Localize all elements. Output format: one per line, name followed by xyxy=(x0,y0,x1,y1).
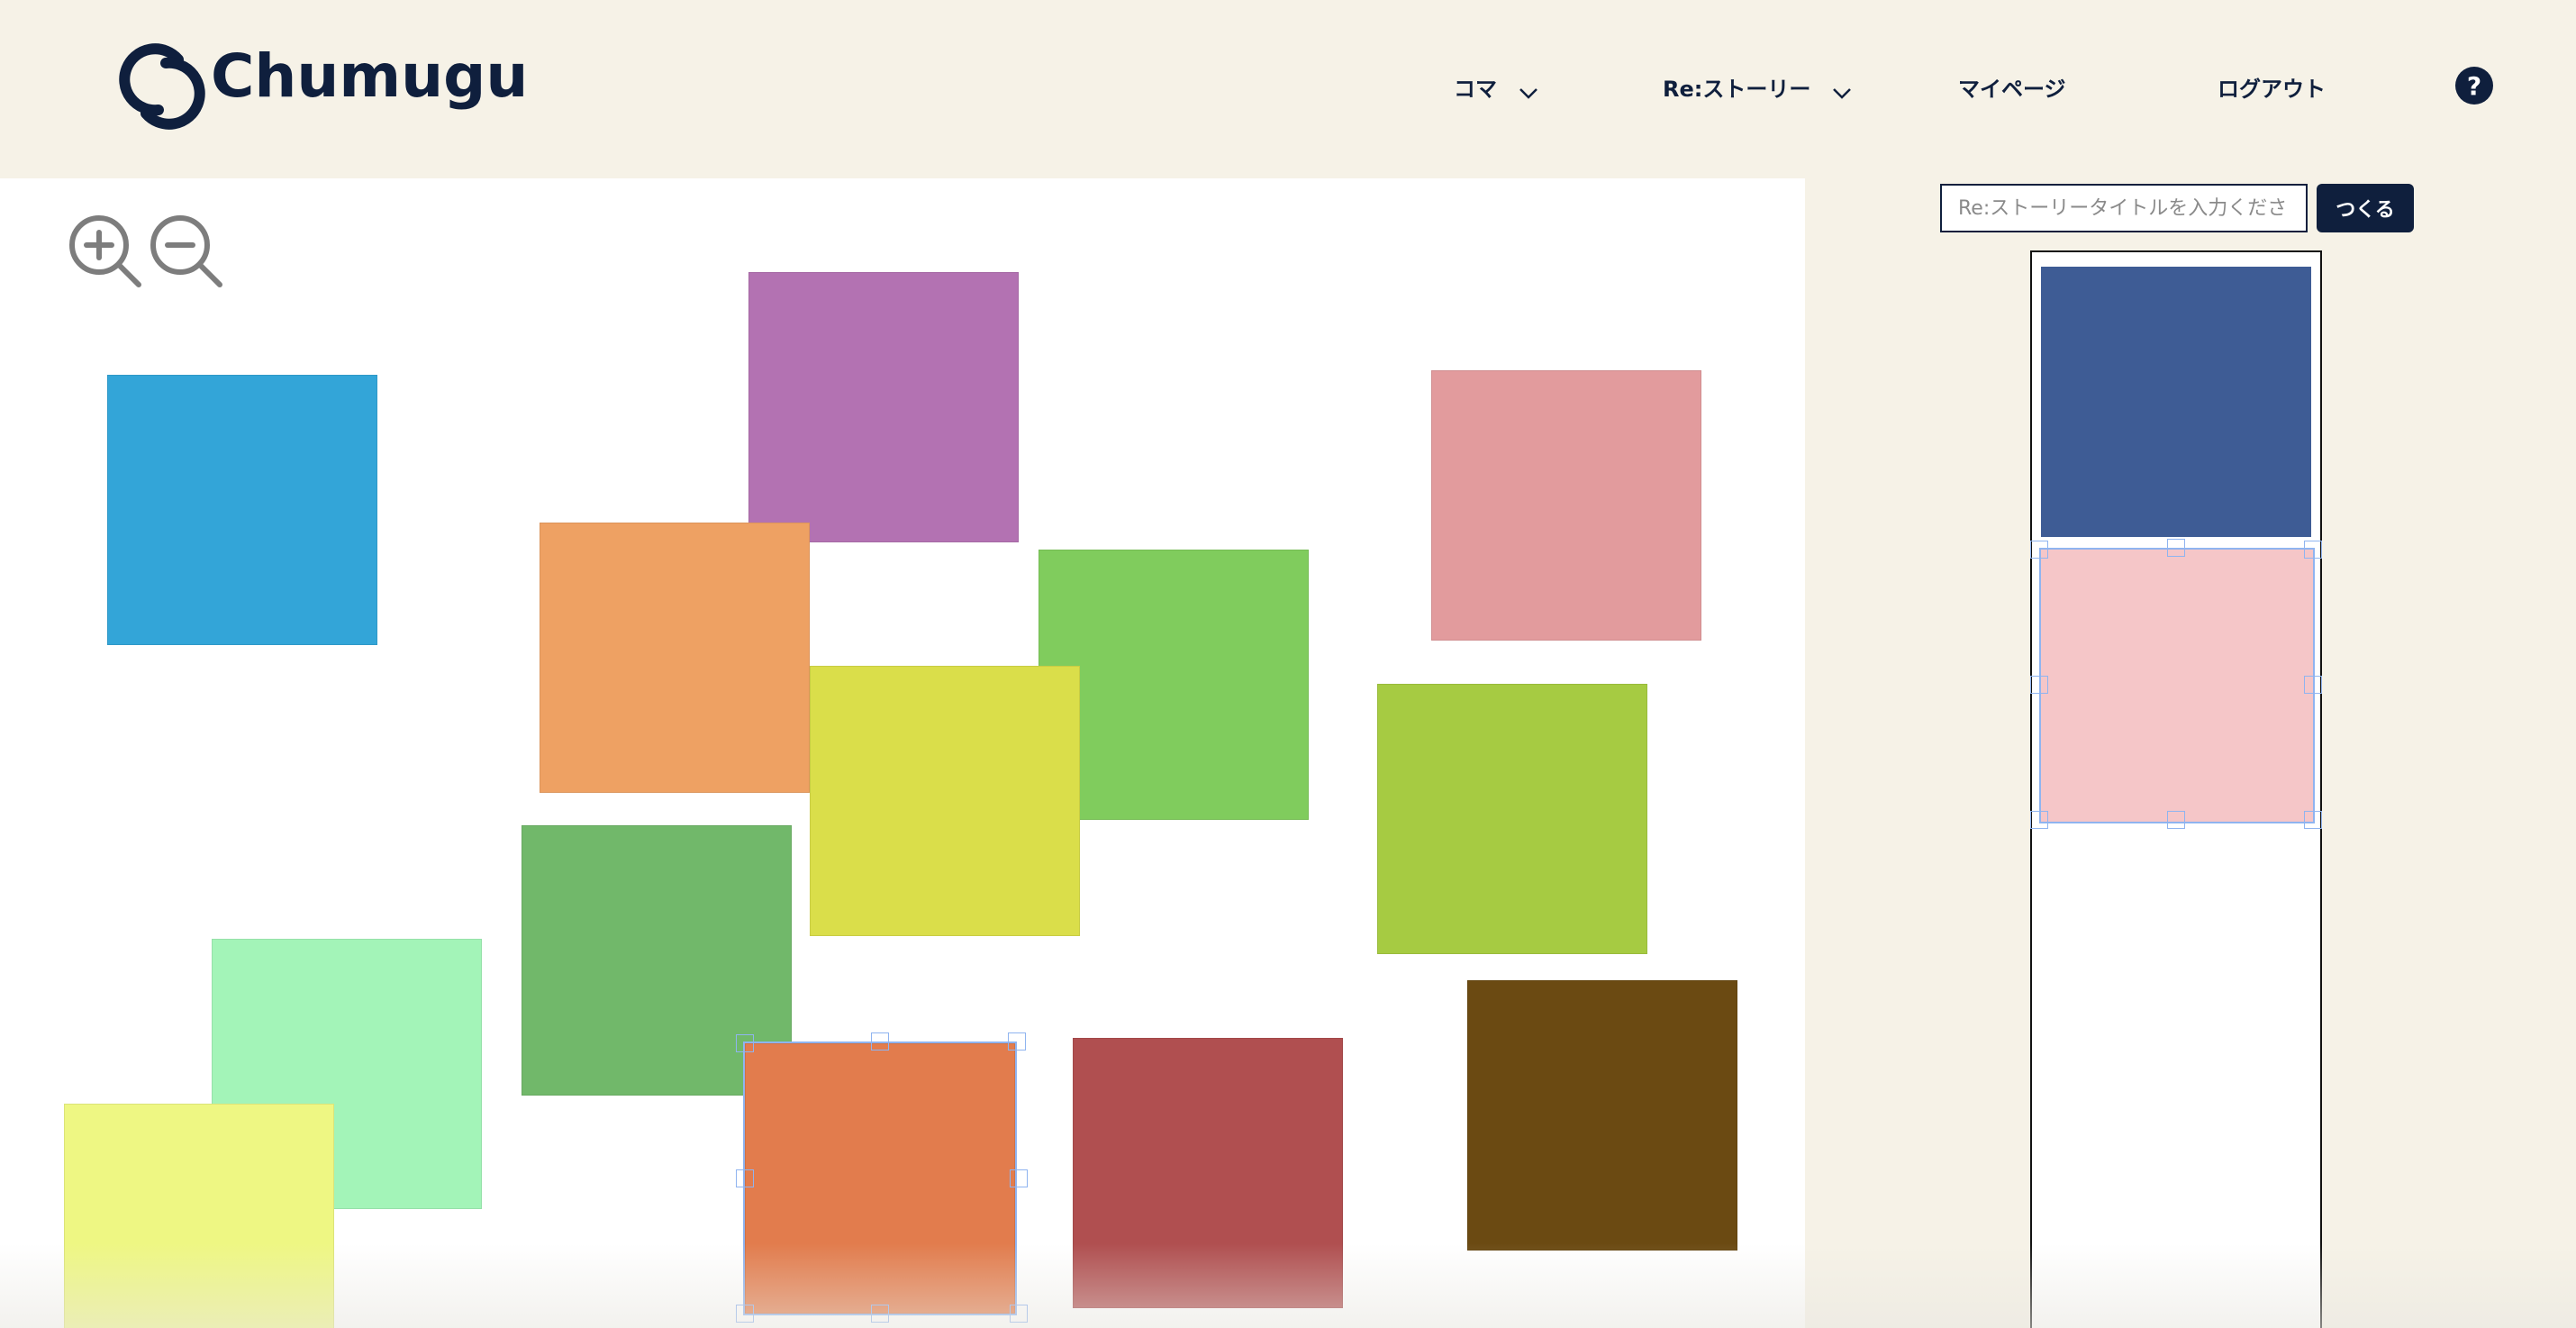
resize-handle[interactable] xyxy=(1008,1032,1026,1051)
resize-handle[interactable] xyxy=(736,1305,754,1323)
nav-koma-label: コマ xyxy=(1454,76,1497,102)
chumugu-logo[interactable]: Chumugu xyxy=(112,36,528,137)
nav-restory-label: Re:ストーリー xyxy=(1663,76,1811,102)
story-panel-navy[interactable] xyxy=(2041,267,2311,537)
make-story-button[interactable]: つくる xyxy=(2317,184,2414,232)
story-title-input[interactable] xyxy=(1940,184,2308,232)
resize-handle[interactable] xyxy=(2304,676,2322,694)
koma-canvas[interactable] xyxy=(0,178,1805,1328)
nav-mypage-link[interactable]: マイページ xyxy=(1958,63,2066,110)
chumugu-logo-icon xyxy=(119,43,205,130)
panel-purple[interactable] xyxy=(748,272,1019,542)
selection-outline xyxy=(2039,548,2315,823)
panel-yellow[interactable] xyxy=(810,666,1080,936)
resize-handle[interactable] xyxy=(2304,811,2322,829)
panel-lightyellow[interactable] xyxy=(64,1104,334,1328)
zoom-in-icon[interactable] xyxy=(67,213,142,288)
logo-text: Chumugu xyxy=(211,41,529,111)
story-strip[interactable] xyxy=(2030,250,2322,1328)
resize-handle[interactable] xyxy=(2030,541,2048,559)
panel-brown[interactable] xyxy=(1467,980,1737,1251)
help-icon[interactable]: ? xyxy=(2455,67,2493,105)
nav-restory-dropdown[interactable]: Re:ストーリー xyxy=(1663,63,1852,110)
app-header: Chumugu コマ Re:ストーリー マイページ ログアウト ? xyxy=(0,0,2576,178)
resize-handle[interactable] xyxy=(2167,539,2185,557)
nav-mypage-label: マイページ xyxy=(1958,76,2066,102)
panel-lime[interactable] xyxy=(1377,684,1647,954)
nav-logout-label: ログアウト xyxy=(2218,76,2326,102)
resize-handle[interactable] xyxy=(736,1169,754,1187)
nav-logout-link[interactable]: ログアウト xyxy=(2218,63,2326,110)
chevron-down-icon xyxy=(1833,88,1852,99)
selection-outline xyxy=(743,1041,1017,1315)
panel-red[interactable] xyxy=(1073,1038,1343,1308)
resize-handle[interactable] xyxy=(871,1032,889,1051)
resize-handle[interactable] xyxy=(2167,811,2185,829)
resize-handle[interactable] xyxy=(2030,676,2048,694)
resize-handle[interactable] xyxy=(1010,1305,1028,1323)
nav-koma-dropdown[interactable]: コマ xyxy=(1454,63,1538,110)
zoom-out-icon[interactable] xyxy=(148,213,223,288)
resize-handle[interactable] xyxy=(2304,541,2322,559)
resize-handle[interactable] xyxy=(871,1305,889,1323)
resize-handle[interactable] xyxy=(2030,811,2048,829)
chevron-down-icon xyxy=(1519,88,1537,99)
resize-handle[interactable] xyxy=(736,1034,754,1052)
panel-orange[interactable] xyxy=(540,523,810,793)
panel-blue[interactable] xyxy=(107,375,377,645)
resize-handle[interactable] xyxy=(1010,1169,1028,1187)
panel-pink[interactable] xyxy=(1431,370,1701,641)
